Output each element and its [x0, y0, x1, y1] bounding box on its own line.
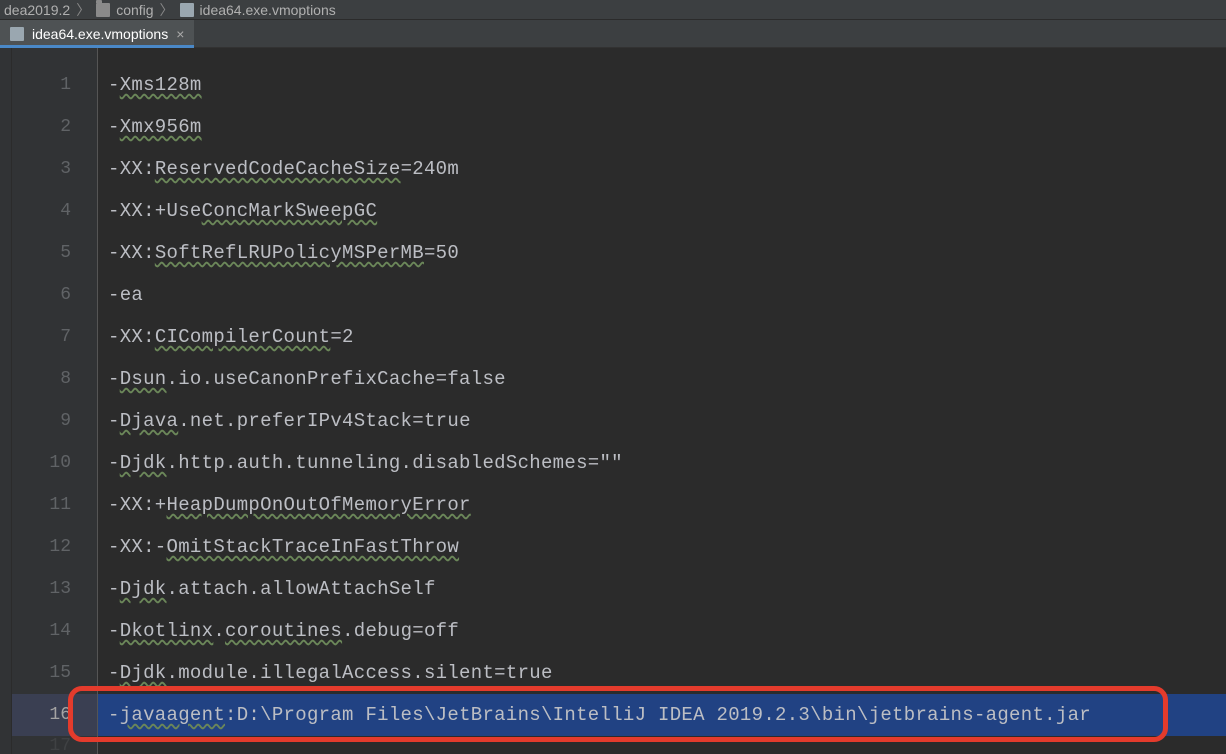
file-icon: [180, 3, 194, 17]
code-line[interactable]: -XX:CICompilerCount=2: [98, 316, 1226, 358]
code-line[interactable]: -XX:-OmitStackTraceInFastThrow: [98, 526, 1226, 568]
code-line[interactable]: -Dsun.io.useCanonPrefixCache=false: [98, 358, 1226, 400]
line-number: 12: [12, 526, 97, 568]
breadcrumb-file[interactable]: idea64.exe.vmoptions: [180, 2, 336, 18]
line-number: 11: [12, 484, 97, 526]
code-area[interactable]: -Xms128m -Xmx956m -XX:ReservedCodeCacheSiz…: [98, 48, 1226, 754]
breadcrumb-file-label: idea64.exe.vmoptions: [200, 2, 336, 18]
code-text: -XX:ReservedCodeCacheSize=240m: [98, 158, 459, 180]
line-number: 8: [12, 358, 97, 400]
folder-icon: [96, 3, 110, 17]
tab-filename: idea64.exe.vmoptions: [32, 26, 168, 42]
code-text: -Xms128m: [98, 74, 202, 96]
editor-tabbar: idea64.exe.vmoptions ×: [0, 20, 1226, 48]
line-number: 9: [12, 400, 97, 442]
code-line[interactable]: -XX:ReservedCodeCacheSize=240m: [98, 148, 1226, 190]
code-text: -Djdk.http.auth.tunneling.disabledScheme…: [98, 452, 623, 474]
breadcrumb-folder[interactable]: config: [96, 2, 153, 18]
code-text: -Xmx956m: [98, 116, 202, 138]
line-number: 13: [12, 568, 97, 610]
line-number: 7: [12, 316, 97, 358]
line-number-gutter: 1234567891011121314151617: [12, 48, 98, 754]
code-text: -Djdk.attach.allowAttachSelf: [98, 578, 436, 600]
line-number: 1: [12, 64, 97, 106]
code-text: -XX:+UseConcMarkSweepGC: [98, 200, 377, 222]
code-line[interactable]: -ea: [98, 274, 1226, 316]
gutter-indicator-rail: [0, 48, 12, 754]
code-line[interactable]: -Djdk.module.illegalAccess.silent=true: [98, 652, 1226, 694]
code-text: -XX:-OmitStackTraceInFastThrow: [98, 536, 459, 558]
breadcrumb-root-label: dea2019.2: [4, 2, 70, 18]
line-number: 15: [12, 652, 97, 694]
code-line[interactable]: -Djdk.http.auth.tunneling.disabledScheme…: [98, 442, 1226, 484]
line-number: 16: [12, 694, 97, 736]
close-icon[interactable]: ×: [176, 26, 184, 42]
code-line[interactable]: -Djdk.attach.allowAttachSelf: [98, 568, 1226, 610]
breadcrumb-separator: 〉: [76, 0, 90, 20]
line-number: 14: [12, 610, 97, 652]
breadcrumb-root[interactable]: dea2019.2: [4, 2, 70, 18]
code-line[interactable]: -Dkotlinx.coroutines.debug=off: [98, 610, 1226, 652]
code-text: -Dsun.io.useCanonPrefixCache=false: [98, 368, 506, 390]
line-number: 6: [12, 274, 97, 316]
line-number: 3: [12, 148, 97, 190]
editor-tab[interactable]: idea64.exe.vmoptions ×: [0, 20, 195, 47]
code-text: -javaagent:D:\Program Files\JetBrains\In…: [98, 704, 1091, 726]
code-line[interactable]: -Xmx956m: [98, 106, 1226, 148]
code-line[interactable]: -Djava.net.preferIPv4Stack=true: [98, 400, 1226, 442]
line-number: 4: [12, 190, 97, 232]
code-line[interactable]: -XX:+UseConcMarkSweepGC: [98, 190, 1226, 232]
code-text: -XX:CICompilerCount=2: [98, 326, 354, 348]
line-number: 5: [12, 232, 97, 274]
line-number: 2: [12, 106, 97, 148]
code-text: -ea: [98, 284, 143, 306]
line-number: 10: [12, 442, 97, 484]
breadcrumb-folder-label: config: [116, 2, 153, 18]
file-icon: [10, 27, 24, 41]
breadcrumb-separator: 〉: [160, 0, 174, 20]
code-text: -Djdk.module.illegalAccess.silent=true: [98, 662, 553, 684]
breadcrumb: dea2019.2 〉 config 〉 idea64.exe.vmoption…: [0, 0, 1226, 20]
code-text: -Dkotlinx.coroutines.debug=off: [98, 620, 459, 642]
code-line[interactable]: -XX:SoftRefLRUPolicyMSPerMB=50: [98, 232, 1226, 274]
code-line[interactable]: -javaagent:D:\Program Files\JetBrains\In…: [98, 694, 1226, 736]
code-text: -XX:+HeapDumpOnOutOfMemoryError: [98, 494, 471, 516]
code-text: -Djava.net.preferIPv4Stack=true: [98, 410, 471, 432]
line-number: 17: [12, 736, 97, 754]
code-text: -XX:SoftRefLRUPolicyMSPerMB=50: [98, 242, 459, 264]
editor[interactable]: 1234567891011121314151617 -Xms128m-Xmx95…: [0, 48, 1226, 754]
code-line[interactable]: -XX:+HeapDumpOnOutOfMemoryError: [98, 484, 1226, 526]
code-line[interactable]: -Xms128m: [98, 64, 1226, 106]
